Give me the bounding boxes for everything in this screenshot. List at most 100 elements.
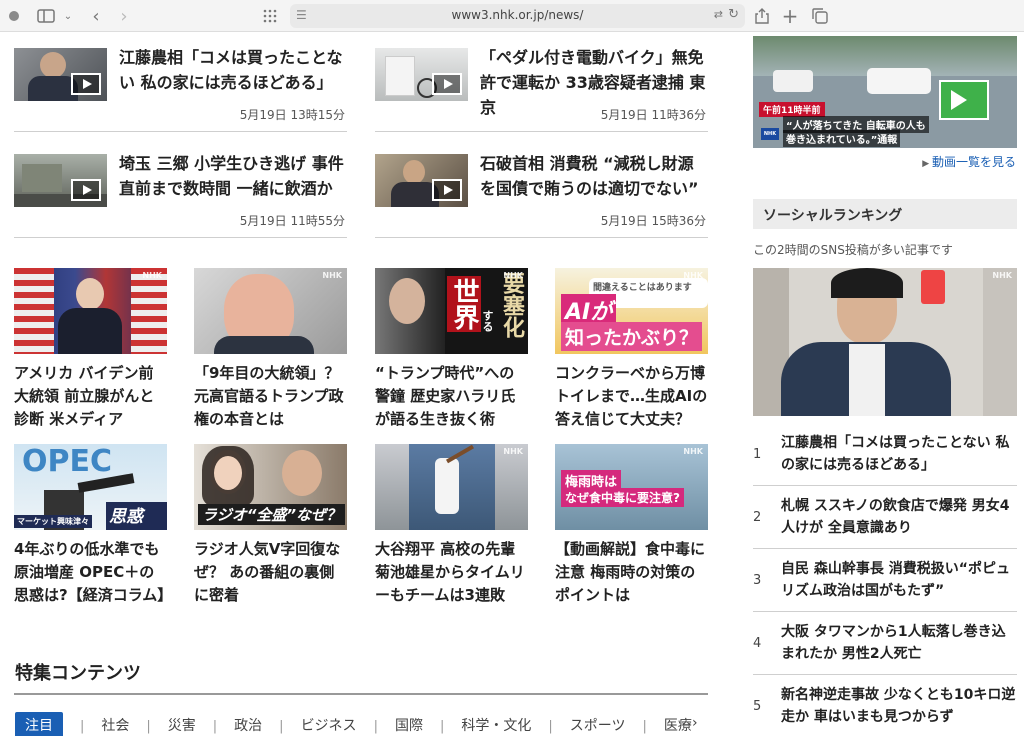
news-item[interactable]: 「ペダル付き電動バイク」無免許で運転か 33歳容疑者逮捕 東京 5月19日 11… — [375, 36, 708, 132]
browser-toolbar: ⌄ ‹ › ☰ www3.nhk.or.jp/news/ ⇄ ↻ + — [0, 0, 1024, 32]
news-title[interactable]: 石破首相 消費税 “減税し財源を国債で賄うのは適切でない” — [480, 151, 708, 201]
tab-society[interactable]: 社会 — [101, 712, 129, 736]
video-list-link[interactable]: ▶ 動画一覧を見る — [922, 153, 1016, 170]
tab-international[interactable]: 国際 — [395, 712, 423, 736]
tab-politics[interactable]: 政治 — [234, 712, 262, 736]
back-icon[interactable]: ‹ — [86, 6, 106, 27]
ranking-item[interactable]: 1 江藤農相「コメは買ったことない 私の家には売るほどある」 — [753, 423, 1017, 486]
card-title[interactable]: 大谷翔平 高校の先輩 菊池雄星からタイムリーもチームは3連敗 — [375, 538, 528, 607]
card-image[interactable]: ラジオ“全盛”なぜ？ — [194, 444, 347, 530]
card-title[interactable]: 【動画解説】食中毒に注意 梅雨時の対策のポイントは — [555, 538, 708, 607]
translate-icon[interactable]: ⇄ — [714, 8, 723, 21]
news-time: 5月19日 15時36分 — [600, 214, 706, 228]
tab-separator: | — [146, 719, 151, 734]
news-title[interactable]: 埼玉 三郷 小学生ひき逃げ 事件直前まで数時間 一緒に飲酒か — [119, 151, 347, 201]
grid-icon[interactable] — [260, 6, 280, 26]
rank-number: 3 — [753, 573, 762, 588]
ranking-subtitle: この2時間のSNS投稿が多い記事です — [753, 243, 953, 257]
rank-number: 1 — [753, 447, 762, 462]
forward-icon[interactable]: › — [114, 6, 134, 27]
ranking-item[interactable]: 5 新名神逆走事故 少なくとも10キロ逆走か 車はいまも見つからず — [753, 675, 1017, 736]
card-image[interactable]: 梅雨時は なぜ食中毒に要注意? NHK — [555, 444, 708, 530]
ranking-item[interactable]: 3 自民 森山幹事長 消費税扱い“ポピュリズム政治は国がもたず” — [753, 549, 1017, 612]
share-icon[interactable] — [752, 6, 772, 26]
ranking-item[interactable]: 4 大阪 タワマンから1人転落し巻き込まれたか 男性2人死亡 — [753, 612, 1017, 675]
ranking-item[interactable]: 2 札幌 ススキノの飲食店で爆発 男女4人けが 全員意識あり — [753, 486, 1017, 549]
nhk-logo: NHK — [683, 271, 703, 280]
feature-card[interactable]: NHK 「9年目の大統領」？ 元高官語るトランプ政権の本音とは — [194, 268, 347, 431]
news-thumbnail[interactable] — [375, 48, 468, 101]
tab-medical[interactable]: 医療 — [664, 712, 692, 736]
tab-separator: | — [373, 719, 378, 734]
news-item[interactable]: 石破首相 消費税 “減税し財源を国債で賄うのは適切でない” 5月19日 15時3… — [375, 142, 708, 238]
rank-number: 2 — [753, 510, 762, 525]
address-bar[interactable]: ☰ www3.nhk.or.jp/news/ ⇄ ↻ — [290, 4, 745, 28]
card-title[interactable]: 4年ぶりの低水準でも原油増産 OPEC＋の思惑は?【経済コラム】 — [14, 538, 172, 607]
rank-title[interactable]: 江藤農相「コメは買ったことない 私の家には売るほどある」 — [781, 432, 1017, 476]
card-title[interactable]: アメリカ バイデン前大統領 前立腺がんと診断 米メディア — [14, 362, 167, 431]
image-caption: 要塞化 — [499, 272, 524, 338]
tab-separator: | — [212, 719, 218, 734]
triangle-right-icon: ▶ — [922, 159, 932, 169]
image-caption: 知ったかぶり？ — [561, 322, 703, 351]
rank-title[interactable]: 札幌 ススキノの飲食店で爆発 男女4人けが 全員意識あり — [781, 495, 1017, 539]
tab-business[interactable]: ビジネス — [301, 712, 357, 736]
rank-number: 5 — [753, 699, 762, 714]
plus-icon[interactable]: + — [780, 4, 800, 28]
chevron-right-icon[interactable]: › — [692, 715, 698, 731]
play-icon — [432, 179, 462, 201]
rank-title[interactable]: 新名神逆走事故 少なくとも10キロ逆走か 車はいまも見つからず — [781, 684, 1017, 728]
tab-sports[interactable]: スポーツ — [570, 712, 626, 736]
play-icon — [71, 73, 101, 95]
sidebar-icon[interactable] — [36, 6, 56, 26]
news-time: 5月19日 11時55分 — [239, 214, 345, 228]
tab-science-culture[interactable]: 科学・文化 — [461, 712, 531, 736]
reload-icon[interactable]: ↻ — [728, 7, 739, 22]
tab-featured[interactable]: 注目 — [15, 712, 63, 736]
card-image[interactable]: NHK — [14, 268, 167, 354]
feature-card[interactable]: NHK 大谷翔平 高校の先輩 菊池雄星からタイムリーもチームは3連敗 — [375, 444, 528, 607]
image-caption: 思惑は？ — [106, 502, 167, 530]
tab-disaster[interactable]: 災害 — [168, 712, 196, 736]
news-thumbnail[interactable] — [375, 154, 468, 207]
card-image[interactable]: 要塞化 する 世界 NHK — [375, 268, 528, 354]
news-time: 5月19日 13時15分 — [239, 108, 345, 122]
news-thumbnail[interactable] — [14, 48, 107, 101]
ranking-heading: ソーシャルランキング — [753, 199, 1017, 229]
rank-title[interactable]: 大阪 タワマンから1人転落し巻き込まれたか 男性2人死亡 — [781, 621, 1017, 665]
feature-card[interactable]: NHK アメリカ バイデン前大統領 前立腺がんと診断 米メディア — [14, 268, 167, 431]
section-divider — [14, 693, 708, 695]
feature-card[interactable]: 間違えることはありますか？ AIが 知ったかぶり？ NHK コンクラーベから万博… — [555, 268, 708, 431]
video-list-label: 動画一覧を見る — [931, 155, 1016, 169]
video-thumbnail[interactable]: 午前11時半前 “人が落ちてきた 自転車の人も 巻き込まれている。”通報 NHK — [753, 36, 1017, 148]
ranking-photo[interactable]: NHK — [753, 268, 1017, 416]
news-item[interactable]: 埼玉 三郷 小学生ひき逃げ 事件直前まで数時間 一緒に飲酒か 5月19日 11時… — [14, 142, 347, 238]
card-image[interactable]: NHK — [375, 444, 528, 530]
card-title[interactable]: コンクラーベから万博トイレまで…生成AIの答え信じて大丈夫？ — [555, 362, 708, 431]
feature-card[interactable]: OPEC 思惑は？ マーケット興味津々 4年ぶりの低水準でも原油増産 OPEC＋… — [14, 444, 172, 607]
card-image[interactable]: OPEC 思惑は？ マーケット興味津々 — [14, 444, 167, 530]
feature-card[interactable]: 要塞化 する 世界 NHK “トランプ時代”への警鐘 歴史家ハラリ氏が語る生き抜… — [375, 268, 528, 431]
card-image[interactable]: NHK — [194, 268, 347, 354]
news-title[interactable]: 江藤農相「コメは買ったことない 私の家には売るほどある」 — [119, 45, 347, 95]
rank-number: 4 — [753, 636, 762, 651]
image-caption: OPEC — [22, 444, 112, 479]
nhk-logo: NHK — [992, 271, 1012, 280]
tabs-icon[interactable] — [810, 6, 830, 26]
chevron-down-icon[interactable]: ⌄ — [58, 6, 78, 26]
tab-separator: | — [279, 719, 284, 734]
image-caption: する — [481, 310, 494, 332]
card-title[interactable]: ラジオ人気V字回復なぜ？ あの番組の裏側に密着 — [194, 538, 347, 607]
feature-card[interactable]: 梅雨時は なぜ食中毒に要注意? NHK 【動画解説】食中毒に注意 梅雨時の対策の… — [555, 444, 708, 607]
video-caption: 巻き込まれている。”通報 — [783, 130, 901, 147]
nhk-logo: NHK — [503, 447, 523, 456]
news-thumbnail[interactable] — [14, 154, 107, 207]
rank-title[interactable]: 自民 森山幹事長 消費税扱い“ポピュリズム政治は国がもたず” — [781, 558, 1017, 602]
play-icon — [951, 90, 967, 110]
card-title[interactable]: “トランプ時代”への警鐘 歴史家ハラリ氏が語る生き抜く術 — [375, 362, 528, 431]
record-icon[interactable] — [4, 6, 24, 26]
card-title[interactable]: 「9年目の大統領」？ 元高官語るトランプ政権の本音とは — [194, 362, 347, 431]
news-item[interactable]: 江藤農相「コメは買ったことない 私の家には売るほどある」 5月19日 13時15… — [14, 36, 347, 132]
feature-card[interactable]: ラジオ“全盛”なぜ？ ラジオ人気V字回復なぜ？ あの番組の裏側に密着 — [194, 444, 347, 607]
card-image[interactable]: 間違えることはありますか？ AIが 知ったかぶり？ NHK — [555, 268, 708, 354]
